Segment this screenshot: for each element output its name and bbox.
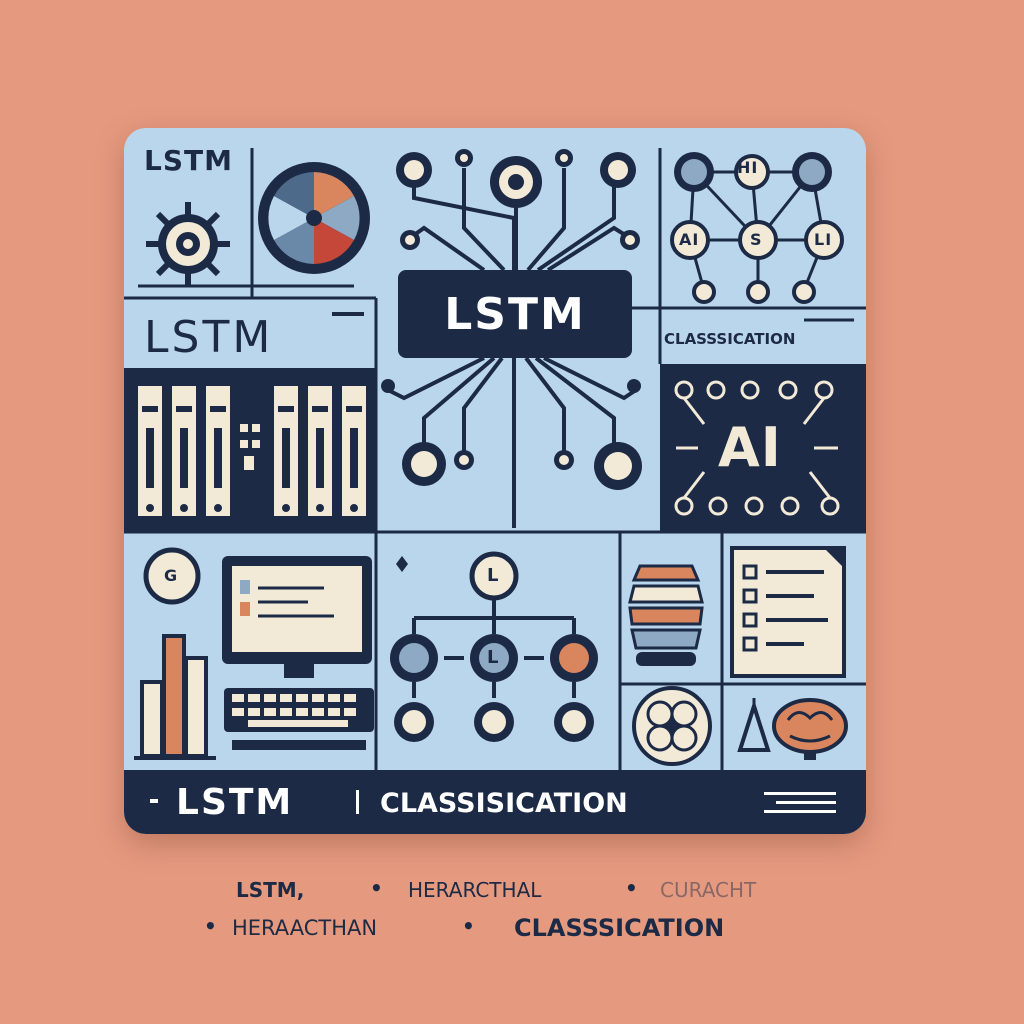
caption-item-4: HERAACTHAN	[232, 916, 378, 940]
footer-left-text: LSTM	[176, 782, 294, 823]
footer-right-text: CLASSISICATION	[380, 788, 628, 819]
triangle-icon	[737, 698, 771, 752]
center-lstm-badge: LSTM	[398, 270, 632, 358]
caption-item-5: CLASSSICATION	[514, 914, 725, 942]
caption-item-1: LSTM,	[236, 878, 305, 902]
title-left-large: LSTM	[144, 312, 274, 363]
footer-bar: LSTM CLASSISICATION	[124, 770, 866, 834]
net-label-s: S	[750, 230, 763, 249]
checklist-icon	[730, 546, 846, 678]
gear-icon	[146, 202, 230, 286]
brain-icon	[772, 698, 848, 760]
net-label-ai: AI	[679, 230, 700, 249]
caption-item-3: CURACHT	[660, 878, 757, 902]
pie-chart-icon	[258, 162, 370, 274]
tree-node-label-top: L	[487, 565, 500, 586]
title-top-left: LSTM	[144, 144, 233, 177]
tree-node-label-mid: L	[487, 647, 500, 668]
caption-bullet: •	[462, 914, 475, 938]
classification-label: CLASSSICATION	[664, 330, 796, 348]
caption-bullet: •	[204, 914, 217, 938]
bar-chart-icon	[134, 634, 216, 760]
ai-label: AI	[718, 416, 782, 479]
caption-bullet: •	[370, 876, 383, 900]
layers-icon	[628, 564, 704, 666]
net-label-hi: HI	[737, 158, 759, 177]
caption-item-2: HERARCTHAL	[408, 878, 542, 902]
caption-bullet: •	[625, 876, 638, 900]
illustration-card: LSTM LSTM LSTM HI AI S LI CLASSSICATION …	[124, 128, 866, 834]
net-label-li: LI	[814, 230, 833, 249]
flower-icon	[632, 686, 712, 766]
gear-circle-label: G	[164, 566, 179, 585]
